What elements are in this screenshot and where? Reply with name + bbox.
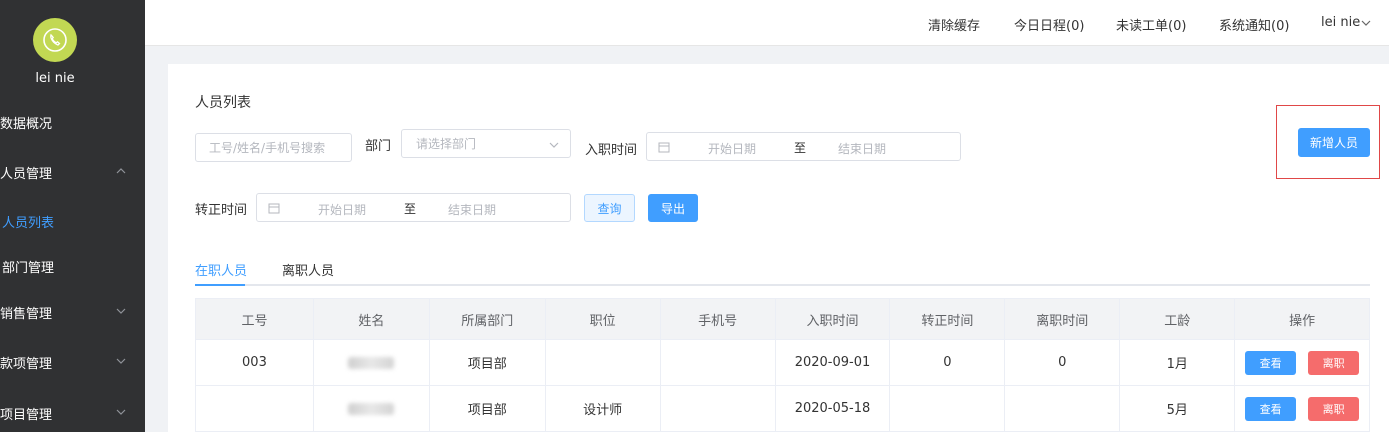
cell-id: 003 — [196, 340, 314, 386]
cell-leave-date — [1005, 386, 1121, 432]
sidebar-item-personnel-list[interactable]: 人员列表 — [0, 210, 145, 232]
cell-phone — [660, 340, 776, 386]
header-join-date: 入职时间 — [775, 299, 891, 340]
cell-regular-date: 0 — [890, 340, 1006, 386]
resign-button[interactable]: 离职 — [1308, 350, 1360, 375]
cell-regular-date — [890, 386, 1006, 432]
header-actions: 操作 — [1235, 299, 1371, 340]
system-notice-link[interactable]: 系统通知(0) — [1219, 15, 1289, 34]
resign-button[interactable]: 离职 — [1308, 396, 1360, 421]
page-title: 人员列表 — [195, 95, 251, 111]
regular-date-range[interactable]: 开始日期 至 结束日期 — [256, 193, 571, 222]
header-name: 姓名 — [313, 299, 430, 340]
sidebar-item-label: 款项管理 — [0, 356, 53, 372]
sidebar-item-payments[interactable]: 款项管理 — [0, 351, 145, 373]
sidebar-item-projects[interactable]: 项目管理 — [0, 402, 145, 424]
header-tenure: 工龄 — [1120, 299, 1236, 340]
redacted-name — [348, 402, 395, 415]
join-start-placeholder: 开始日期 — [708, 142, 757, 156]
chevron-up-icon — [116, 168, 126, 174]
cell-id — [196, 386, 314, 432]
tab-left-staff[interactable]: 离职人员 — [282, 260, 334, 279]
redacted-name — [348, 356, 395, 369]
header-leave-date: 离职时间 — [1005, 299, 1121, 340]
header-phone: 手机号 — [660, 299, 776, 340]
search-placeholder: 工号/姓名/手机号搜索 — [209, 141, 326, 155]
cell-dept: 项目部 — [429, 386, 546, 432]
sidebar-item-label: 人员列表 — [2, 215, 55, 231]
tab-active-staff[interactable]: 在职人员 — [195, 260, 247, 279]
today-schedule-link[interactable]: 今日日程(0) — [1014, 15, 1084, 34]
cell-name — [313, 340, 430, 386]
sidebar-item-label: 人员管理 — [0, 166, 53, 182]
sidebar-item-personnel[interactable]: 人员管理 — [0, 161, 145, 183]
cell-leave-date: 0 — [1005, 340, 1121, 386]
view-button[interactable]: 查看 — [1245, 350, 1297, 375]
cell-join-date: 2020-09-01 — [775, 340, 891, 386]
dept-label: 部门 — [365, 139, 392, 154]
avatar[interactable] — [33, 18, 77, 62]
tab-divider — [195, 284, 1370, 286]
cell-name — [313, 386, 430, 432]
table-header-row: 工号 姓名 所属部门 职位 手机号 入职时间 转正时间 离职时间 工龄 操作 — [196, 299, 1371, 340]
header-dept: 所属部门 — [429, 299, 546, 340]
chevron-down-icon — [116, 409, 126, 415]
search-input[interactable]: 工号/姓名/手机号搜索 — [195, 133, 352, 162]
header-regular-date: 转正时间 — [890, 299, 1006, 340]
sidebar-item-sales[interactable]: 销售管理 — [0, 301, 145, 323]
tab-active-indicator — [195, 284, 245, 286]
table-row: 项目部 设计师 2020-05-18 5月 查看 离职 — [196, 386, 1371, 432]
calendar-icon — [658, 142, 670, 153]
calendar-icon — [268, 203, 280, 214]
header-position: 职位 — [545, 299, 661, 340]
clear-cache-link[interactable]: 清除缓存 — [928, 15, 980, 34]
sidebar-item-label: 项目管理 — [0, 407, 53, 423]
chevron-down-icon — [116, 308, 126, 314]
staff-table: 工号 姓名 所属部门 职位 手机号 入职时间 转正时间 离职时间 工龄 操作 0… — [195, 298, 1371, 432]
join-date-label: 入职时间 — [585, 143, 638, 158]
chevron-down-icon[interactable] — [1361, 18, 1371, 28]
export-button[interactable]: 导出 — [648, 194, 698, 222]
top-bar: 清除缓存 今日日程(0) 未读工单(0) 系统通知(0) lei nie — [145, 0, 1389, 46]
query-button[interactable]: 查询 — [584, 194, 635, 222]
sidebar-item-department[interactable]: 部门管理 — [0, 255, 145, 277]
highlight-box — [1276, 105, 1380, 179]
sidebar-item-overview[interactable]: 数据概况 — [0, 111, 145, 133]
range-separator: 至 — [404, 202, 417, 216]
cell-tenure: 5月 — [1120, 386, 1236, 432]
cell-dept: 项目部 — [429, 340, 546, 386]
join-end-placeholder: 结束日期 — [838, 142, 887, 156]
sidebar-item-label: 部门管理 — [2, 260, 55, 276]
sidebar-username: lei nie — [35, 71, 75, 86]
chevron-down-icon — [549, 142, 559, 148]
sidebar-item-label: 数据概况 — [0, 116, 53, 132]
cell-position: 设计师 — [545, 386, 661, 432]
sidebar: lei nie 数据概况 人员管理 人员列表 部门管理 销售管理 款项管理 项目… — [0, 0, 145, 432]
cell-tenure: 1月 — [1120, 340, 1236, 386]
user-menu[interactable]: lei nie — [1321, 15, 1360, 30]
join-date-range[interactable]: 开始日期 至 结束日期 — [646, 132, 961, 161]
sidebar-item-label: 销售管理 — [0, 306, 53, 322]
cell-actions: 查看 离职 — [1235, 386, 1371, 432]
range-separator: 至 — [794, 141, 807, 155]
phone-icon — [43, 28, 67, 52]
chevron-down-icon — [116, 358, 126, 364]
dept-placeholder: 请选择部门 — [416, 137, 477, 151]
unread-tickets-link[interactable]: 未读工单(0) — [1116, 15, 1186, 34]
cell-position — [545, 340, 661, 386]
cell-join-date: 2020-05-18 — [775, 386, 891, 432]
regular-end-placeholder: 结束日期 — [448, 203, 497, 217]
table-row: 003 项目部 2020-09-01 0 0 1月 查看 离职 — [196, 340, 1371, 386]
cell-actions: 查看 离职 — [1235, 340, 1371, 386]
view-button[interactable]: 查看 — [1245, 396, 1297, 421]
regular-start-placeholder: 开始日期 — [318, 203, 367, 217]
regular-date-label: 转正时间 — [195, 203, 248, 218]
header-id: 工号 — [196, 299, 314, 340]
dept-select[interactable]: 请选择部门 — [401, 129, 571, 158]
cell-phone — [660, 386, 776, 432]
